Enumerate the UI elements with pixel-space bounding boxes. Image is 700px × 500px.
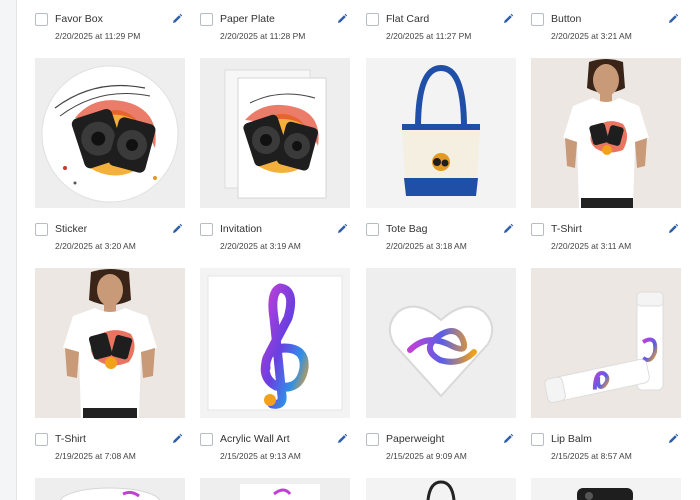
select-checkbox[interactable] [531, 433, 544, 446]
product-date: 2/20/2025 at 3:20 AM [55, 241, 136, 251]
product-date: 2/20/2025 at 11:29 PM [55, 31, 141, 41]
product-date: 2/15/2025 at 9:13 AM [220, 451, 301, 461]
pencil-icon[interactable] [667, 433, 679, 445]
pencil-icon[interactable] [502, 13, 514, 25]
pencil-icon[interactable] [171, 13, 183, 25]
pencil-icon[interactable] [502, 223, 514, 235]
card-caption: Favor Box 2/20/2025 at 11:29 PM [35, 12, 185, 46]
sticker-image [41, 65, 179, 203]
product-thumbnail[interactable] [200, 58, 350, 208]
paperweight-image [388, 305, 494, 398]
tshirt-image [63, 269, 157, 418]
product-thumbnail[interactable] [531, 268, 681, 418]
tshirt-image [563, 59, 649, 208]
card-caption: T-Shirt 2/20/2025 at 3:11 AM [531, 222, 681, 256]
product-date: 2/19/2025 at 7:08 AM [55, 451, 136, 461]
product-name[interactable]: Tote Bag [386, 223, 427, 235]
product-date: 2/20/2025 at 11:27 PM [386, 31, 472, 41]
select-checkbox[interactable] [35, 223, 48, 236]
product-thumbnail[interactable] [200, 268, 350, 418]
product-name[interactable]: T-Shirt [551, 223, 582, 235]
card-caption: Tote Bag 2/20/2025 at 3:18 AM [366, 222, 516, 256]
product-date: 2/20/2025 at 3:11 AM [551, 241, 632, 251]
product-name[interactable]: Favor Box [55, 13, 103, 25]
product-name[interactable]: T-Shirt [55, 433, 86, 445]
pencil-icon[interactable] [502, 433, 514, 445]
product-thumbnail[interactable] [35, 58, 185, 208]
product-name[interactable]: Acrylic Wall Art [220, 433, 290, 445]
card-caption: Paper Plate 2/20/2025 at 11:28 PM [200, 12, 350, 46]
select-checkbox[interactable] [366, 223, 379, 236]
pencil-icon[interactable] [336, 223, 348, 235]
product-grid: Favor Box 2/20/2025 at 11:29 PM Paper Pl… [0, 0, 700, 500]
card-caption: Lip Balm 2/15/2025 at 8:57 AM [531, 432, 681, 466]
product-thumbnail[interactable] [366, 268, 516, 418]
pencil-icon[interactable] [667, 223, 679, 235]
card-caption: Button 2/20/2025 at 3:21 AM [531, 12, 681, 46]
lip-balm-image [544, 291, 664, 403]
select-checkbox[interactable] [366, 433, 379, 446]
partial-product-image [426, 480, 456, 500]
product-thumbnail[interactable] [35, 478, 185, 500]
product-thumbnail[interactable] [366, 58, 516, 208]
select-checkbox[interactable] [35, 433, 48, 446]
product-thumbnail[interactable] [200, 478, 350, 500]
select-checkbox[interactable] [366, 13, 379, 26]
pencil-icon[interactable] [336, 433, 348, 445]
acrylic-wall-art-image [207, 275, 343, 411]
pencil-icon[interactable] [171, 433, 183, 445]
product-date: 2/20/2025 at 3:21 AM [551, 31, 632, 41]
select-checkbox[interactable] [200, 13, 213, 26]
card-caption: Invitation 2/20/2025 at 3:19 AM [200, 222, 350, 256]
card-caption: T-Shirt 2/19/2025 at 7:08 AM [35, 432, 185, 466]
select-checkbox[interactable] [35, 13, 48, 26]
product-name[interactable]: Sticker [55, 223, 87, 235]
select-checkbox[interactable] [531, 223, 544, 236]
product-name[interactable]: Flat Card [386, 13, 429, 25]
product-name[interactable]: Lip Balm [551, 433, 592, 445]
product-date: 2/15/2025 at 8:57 AM [551, 451, 632, 461]
tote-bag-image [402, 64, 480, 196]
invitation-image [224, 69, 327, 199]
product-date: 2/20/2025 at 3:19 AM [220, 241, 301, 251]
pencil-icon[interactable] [171, 223, 183, 235]
select-checkbox[interactable] [531, 13, 544, 26]
pencil-icon[interactable] [667, 13, 679, 25]
product-thumbnail[interactable] [35, 268, 185, 418]
product-date: 2/20/2025 at 11:28 PM [220, 31, 306, 41]
product-date: 2/20/2025 at 3:18 AM [386, 241, 467, 251]
product-name[interactable]: Button [551, 13, 581, 25]
card-caption: Flat Card 2/20/2025 at 11:27 PM [366, 12, 516, 46]
product-thumbnail[interactable] [531, 478, 681, 500]
partial-product-image [240, 484, 320, 500]
product-name[interactable]: Paperweight [386, 433, 444, 445]
product-date: 2/15/2025 at 9:09 AM [386, 451, 467, 461]
product-thumbnail[interactable] [531, 58, 681, 208]
card-caption: Sticker 2/20/2025 at 3:20 AM [35, 222, 185, 256]
product-thumbnail[interactable] [366, 478, 516, 500]
partial-product-image [59, 487, 161, 500]
product-name[interactable]: Paper Plate [220, 13, 275, 25]
product-name[interactable]: Invitation [220, 223, 262, 235]
select-checkbox[interactable] [200, 223, 213, 236]
card-caption: Acrylic Wall Art 2/15/2025 at 9:13 AM [200, 432, 350, 466]
partial-product-image [577, 488, 633, 500]
select-checkbox[interactable] [200, 433, 213, 446]
pencil-icon[interactable] [336, 13, 348, 25]
card-caption: Paperweight 2/15/2025 at 9:09 AM [366, 432, 516, 466]
